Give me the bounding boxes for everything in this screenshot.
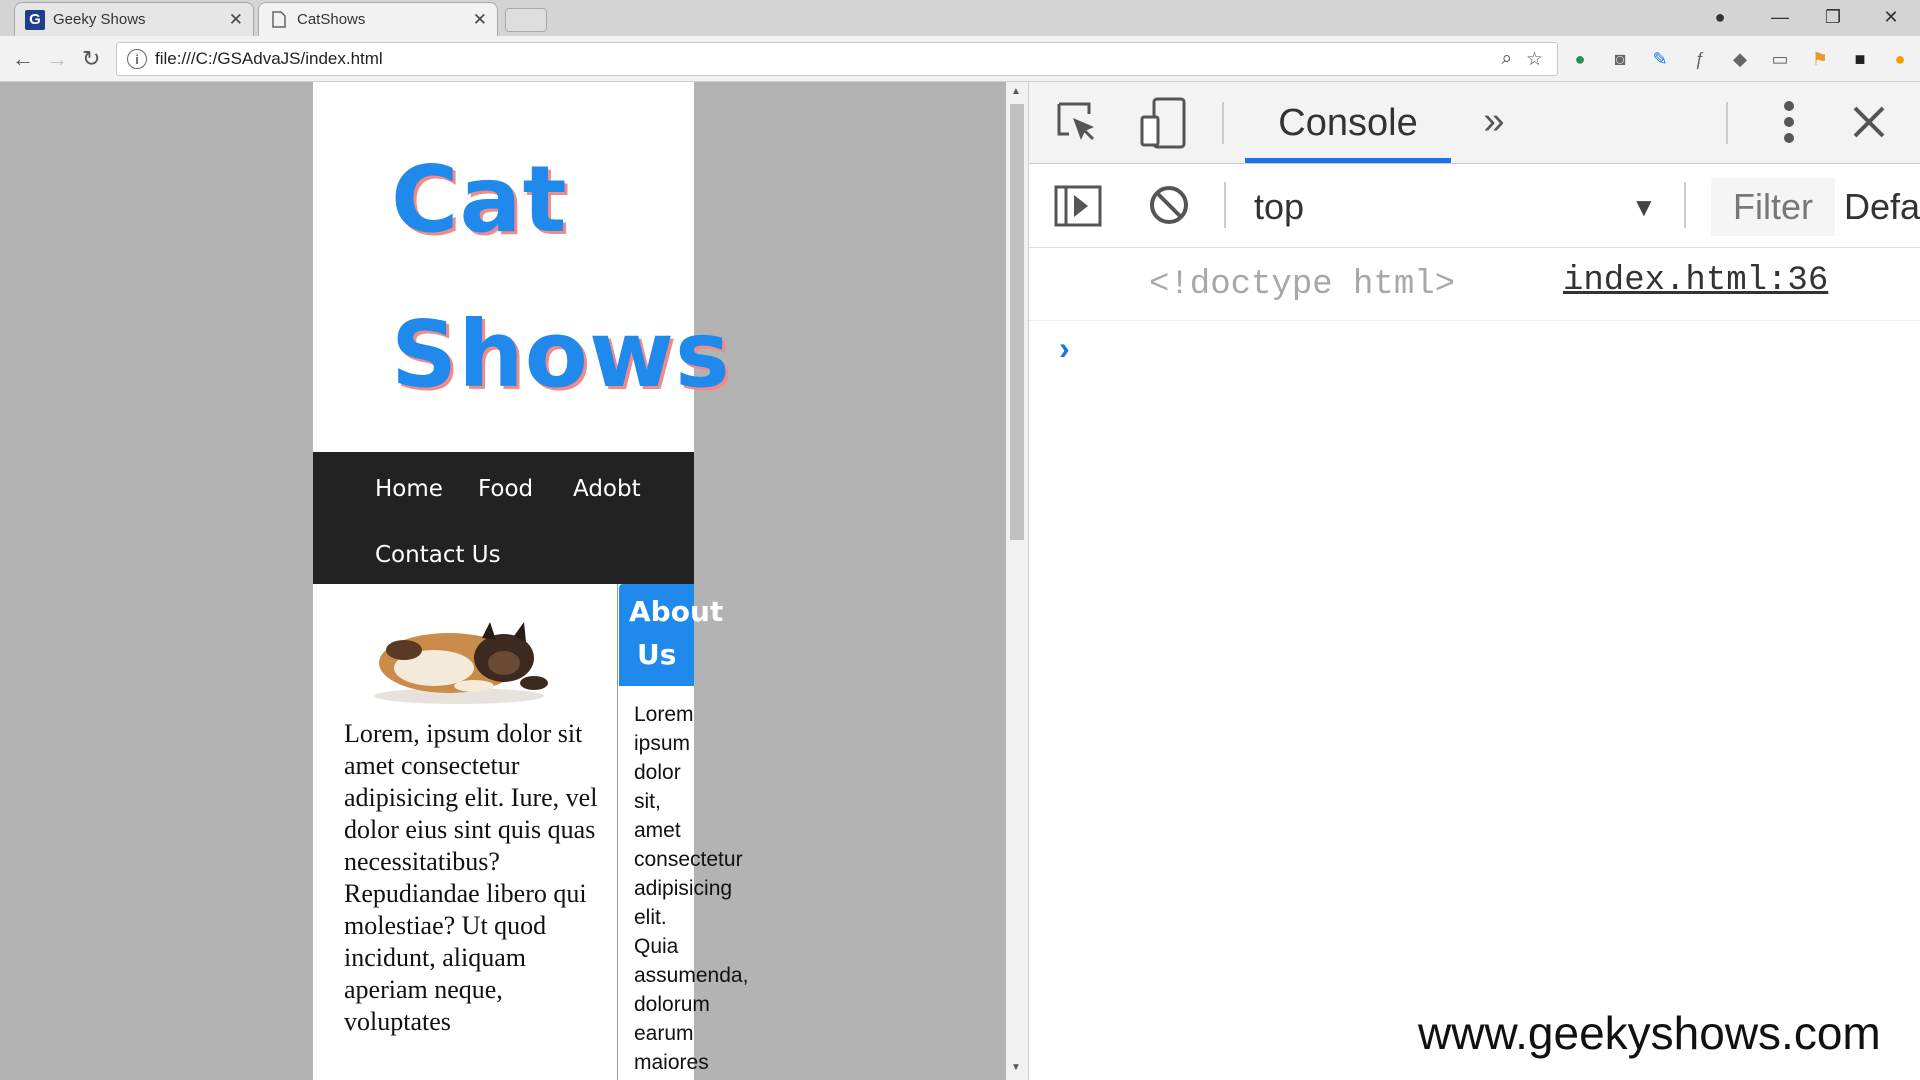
close-window-icon[interactable]: ✕ bbox=[1866, 0, 1916, 34]
console-message-text: <!doctype html> bbox=[1149, 266, 1456, 304]
devtools-separator bbox=[1726, 102, 1728, 144]
nav-link-contact-us[interactable]: Contact Us bbox=[375, 542, 501, 568]
about-word: amet bbox=[634, 819, 681, 842]
address-bar[interactable]: i file:///C:/GSAdvaJS/index.html ⌕ ☆ bbox=[116, 42, 1558, 76]
site-navbar: Home Food Adobt Contact Us bbox=[313, 452, 694, 584]
context-dropdown-arrow-icon[interactable]: ▼ bbox=[1631, 192, 1657, 223]
devtools-close-icon[interactable] bbox=[1845, 98, 1893, 146]
devtools-tab-bar: Console » bbox=[1029, 82, 1920, 164]
about-us-heading-box: About Us bbox=[619, 584, 723, 686]
tab-console[interactable]: Console bbox=[1245, 82, 1451, 164]
extension-flag-icon[interactable]: ⚑ bbox=[1809, 48, 1831, 70]
scroll-down-arrow-icon[interactable]: ▼ bbox=[1011, 1062, 1021, 1073]
console-message-source-link[interactable]: index.html:36 bbox=[1563, 262, 1828, 300]
back-arrow-icon[interactable]: ← bbox=[12, 46, 34, 72]
lorem-paragraph: Lorem, ipsum dolor sit amet consectetur … bbox=[344, 719, 598, 1036]
zoom-icon[interactable]: ⌕ bbox=[1501, 48, 1512, 70]
about-us-text: Lorem ipsum dolor sit, amet consectetur … bbox=[634, 700, 774, 1077]
about-us-heading: About Us bbox=[629, 590, 739, 676]
tab-catshows[interactable]: CatShows ✕ bbox=[258, 2, 498, 36]
devtools-panel: Console » top ▼ Filter Defa <!doctype ht… bbox=[1028, 82, 1920, 1080]
extension-formula-icon[interactable]: ƒ bbox=[1689, 48, 1711, 70]
extension-cast-icon[interactable]: ▭ bbox=[1769, 48, 1791, 70]
extension-incognito-icon[interactable]: ■ bbox=[1849, 48, 1871, 70]
clear-console-icon[interactable] bbox=[1146, 182, 1192, 228]
tab-title: Geeky Shows bbox=[53, 11, 146, 28]
about-heading-line1: About bbox=[629, 595, 724, 628]
nav-link-adobt[interactable]: Adobt bbox=[573, 476, 641, 502]
cat-image bbox=[374, 622, 548, 704]
about-word: elit. bbox=[634, 906, 667, 929]
page-icon bbox=[269, 10, 289, 30]
more-tabs-chevron-icon[interactable]: » bbox=[1469, 98, 1519, 144]
scroll-up-arrow-icon[interactable]: ▲ bbox=[1011, 86, 1021, 97]
bookmark-star-icon[interactable]: ☆ bbox=[1526, 48, 1543, 71]
extension-globe-icon[interactable]: ● bbox=[1569, 48, 1591, 70]
watermark-text: www.geekyshows.com bbox=[1418, 1007, 1881, 1059]
scroll-thumb[interactable] bbox=[1010, 104, 1024, 540]
main-content: Lorem, ipsum dolor sit amet consectetur … bbox=[313, 584, 618, 1080]
console-sidebar-toggle-icon[interactable] bbox=[1053, 184, 1103, 228]
new-tab-button[interactable] bbox=[505, 8, 547, 32]
tab-title: CatShows bbox=[297, 11, 366, 28]
console-toolbar: top ▼ Filter Defa bbox=[1029, 164, 1920, 248]
devtools-separator bbox=[1222, 102, 1224, 144]
nav-link-home[interactable]: Home bbox=[375, 476, 443, 502]
about-word: earum bbox=[634, 1022, 694, 1045]
profile-icon[interactable]: ● bbox=[1695, 0, 1745, 34]
execution-context-select[interactable]: top bbox=[1254, 186, 1304, 228]
about-word: ipsum bbox=[634, 732, 691, 755]
about-word: consectetur bbox=[634, 848, 743, 871]
page-viewport: Cat Shows Home Food Adobt Contact Us Lor bbox=[0, 82, 1006, 1080]
minimize-icon[interactable]: — bbox=[1755, 0, 1805, 34]
devtools-separator bbox=[1224, 182, 1226, 228]
about-word: Quia bbox=[634, 935, 679, 958]
inspect-element-icon[interactable] bbox=[1053, 100, 1103, 146]
address-url: file:///C:/GSAdvaJS/index.html bbox=[155, 49, 383, 68]
extension-puzzle-icon[interactable]: ◆ bbox=[1729, 48, 1751, 70]
about-word: dolor bbox=[634, 761, 681, 784]
log-levels-select[interactable]: Defa bbox=[1844, 186, 1920, 228]
tab-close-icon[interactable]: ✕ bbox=[229, 10, 243, 30]
about-word: Lorem bbox=[634, 703, 694, 726]
devtools-separator bbox=[1684, 182, 1686, 228]
extension-alert-icon[interactable]: ● bbox=[1889, 48, 1911, 70]
tab-geeky-shows[interactable]: G Geeky Shows ✕ bbox=[14, 2, 254, 36]
tab-close-icon[interactable]: ✕ bbox=[473, 10, 487, 30]
info-icon[interactable]: i bbox=[127, 49, 147, 69]
extension-eyedropper-icon[interactable]: ✎ bbox=[1649, 48, 1671, 70]
about-word: sit, bbox=[634, 790, 661, 813]
console-message: <!doctype html> index.html:36 bbox=[1029, 248, 1920, 321]
browser-toolbar: ← → ↻ i file:///C:/GSAdvaJS/index.html ⌕… bbox=[0, 36, 1920, 82]
about-word: dolorum bbox=[634, 993, 710, 1016]
console-filter-input[interactable]: Filter bbox=[1711, 178, 1835, 236]
about-word: assumenda, bbox=[634, 964, 749, 987]
about-word: adipisicing bbox=[634, 877, 733, 900]
device-toolbar-icon[interactable] bbox=[1139, 96, 1189, 150]
devtools-menu-kebab-icon[interactable] bbox=[1769, 98, 1809, 146]
site-title: Cat Shows bbox=[391, 122, 731, 432]
site-title-line2: Shows bbox=[391, 301, 731, 408]
restore-icon[interactable]: ❐ bbox=[1808, 0, 1858, 34]
page-scrollbar[interactable]: ▲ ▼ bbox=[1006, 82, 1028, 1080]
site-title-line1: Cat bbox=[391, 146, 568, 253]
about-heading-line2: Us bbox=[637, 638, 677, 671]
reload-icon[interactable]: ↻ bbox=[82, 46, 100, 72]
about-word: maiores bbox=[634, 1051, 709, 1074]
geekyshows-favicon-icon: G bbox=[25, 9, 45, 30]
console-prompt-chevron-icon[interactable]: › bbox=[1059, 330, 1070, 367]
catshows-page: Cat Shows Home Food Adobt Contact Us Lor bbox=[313, 82, 748, 1080]
nav-link-food[interactable]: Food bbox=[478, 476, 533, 502]
browser-tab-strip: G Geeky Shows ✕ CatShows ✕ ● — ❐ ✕ bbox=[0, 0, 1920, 36]
extension-camera-icon[interactable]: ◙ bbox=[1609, 48, 1631, 70]
active-tab-indicator bbox=[1245, 158, 1451, 163]
forward-arrow-icon[interactable]: → bbox=[46, 46, 68, 72]
